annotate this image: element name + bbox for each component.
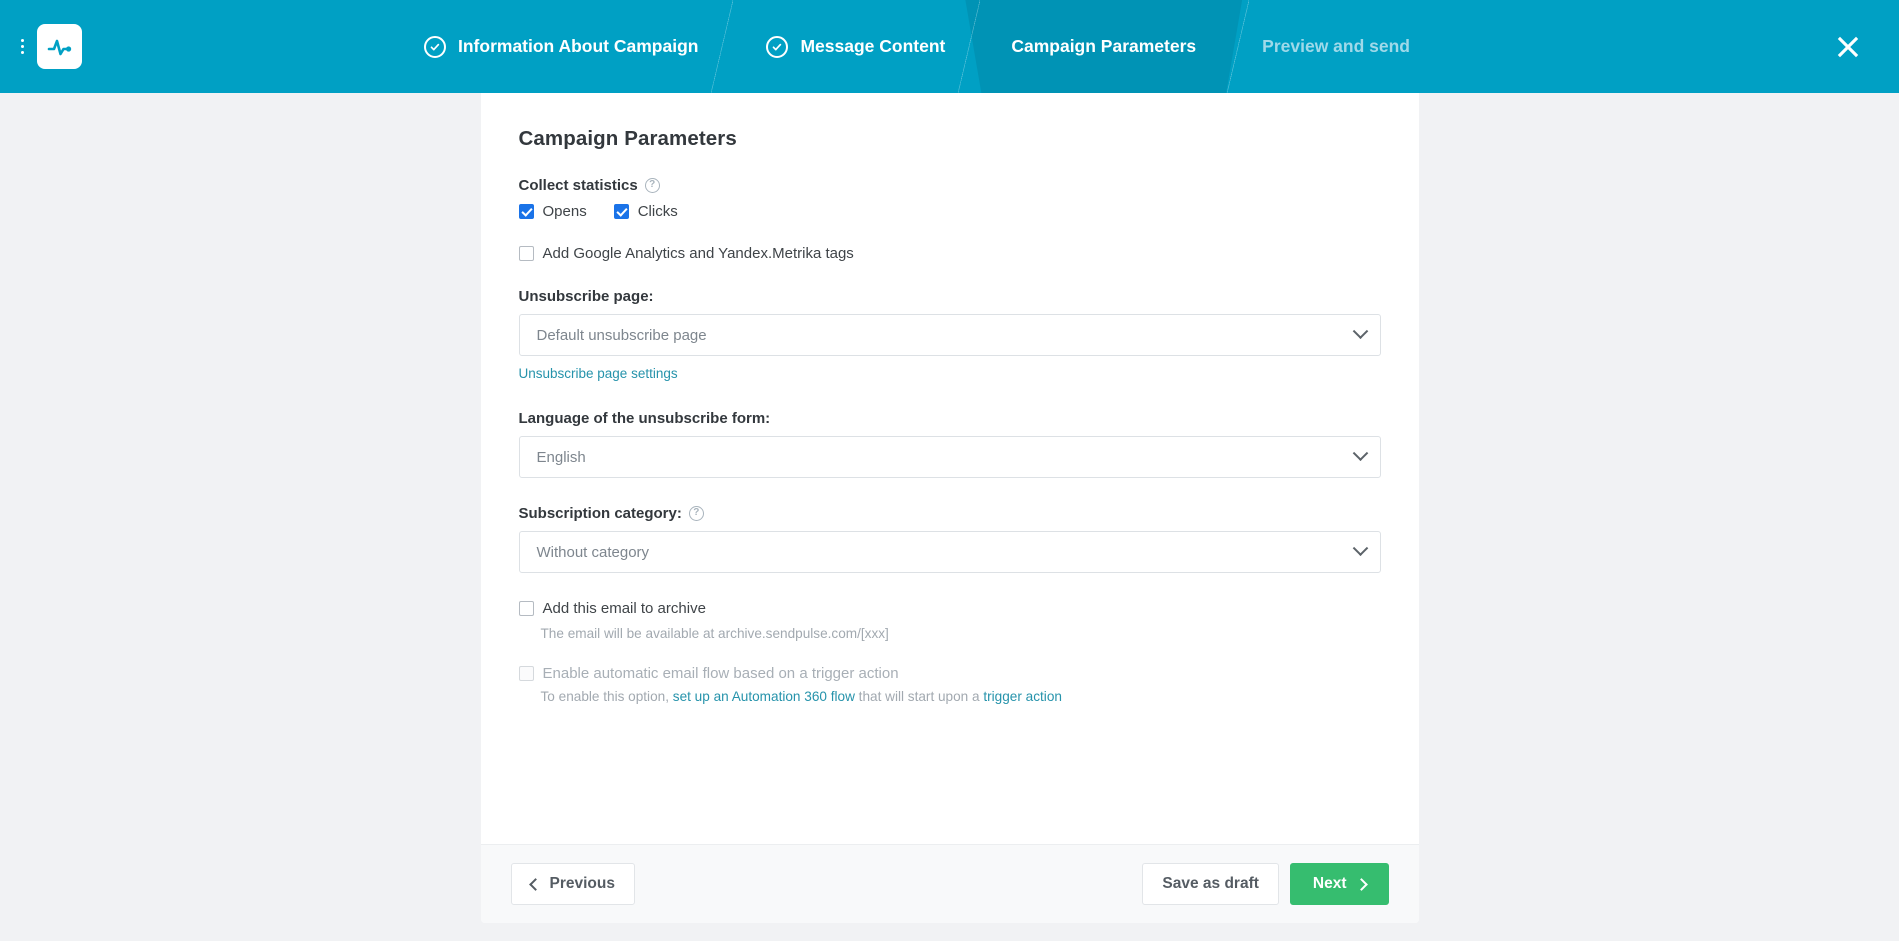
- step-label: Preview and send: [1262, 36, 1410, 56]
- trigger-flow-field: Enable automatic email flow based on a t…: [518, 665, 1381, 704]
- clicks-label: Clicks: [637, 203, 678, 220]
- unsubscribe-page-settings-link[interactable]: Unsubscribe page settings: [519, 366, 678, 381]
- chevron-left-icon: [528, 877, 542, 891]
- trigger-flow-hint-middle: that will start upon a: [854, 689, 984, 704]
- unsubscribe-page-select[interactable]: Default unsubscribe page: [518, 314, 1381, 356]
- chevron-down-icon: [1352, 444, 1368, 461]
- unsubscribe-page-value: Default unsubscribe page: [536, 326, 707, 344]
- trigger-flow-label: Enable automatic email flow based on a t…: [542, 665, 899, 682]
- campaign-parameters-card: Campaign Parameters Collect statistics ?…: [480, 93, 1419, 923]
- header-left-group: [0, 24, 390, 69]
- archive-checkbox[interactable]: [518, 601, 534, 616]
- subscription-category-select[interactable]: Without category: [518, 531, 1381, 573]
- page-background: Campaign Parameters Collect statistics ?…: [0, 93, 1899, 941]
- checkbox-row-archive[interactable]: Add this email to archive: [518, 600, 1381, 617]
- check-circle-icon: [766, 35, 789, 58]
- previous-button-label: Previous: [549, 875, 615, 892]
- next-button[interactable]: Next: [1289, 863, 1389, 905]
- checkbox-row-clicks[interactable]: Clicks: [613, 203, 678, 220]
- unsubscribe-page-field: Unsubscribe page: Default unsubscribe pa…: [518, 288, 1381, 383]
- subscription-category-label: Subscription category: ?: [519, 505, 1381, 522]
- step-message-content[interactable]: Message Content: [732, 0, 981, 93]
- next-button-label: Next: [1312, 875, 1347, 892]
- step-preview-and-send[interactable]: Preview and send: [1227, 0, 1444, 93]
- clicks-checkbox[interactable]: [613, 204, 629, 219]
- footer-right-group: Save as draft Next: [1142, 863, 1389, 905]
- archive-field: Add this email to archive The email will…: [518, 600, 1381, 641]
- trigger-flow-hint: To enable this option, set up an Automat…: [541, 689, 1381, 704]
- unsubscribe-language-label: Language of the unsubscribe form:: [518, 410, 771, 427]
- check-circle-icon: [424, 35, 446, 58]
- analytics-tags-label: Add Google Analytics and Yandex.Metrika …: [542, 245, 854, 262]
- collect-statistics-text: Collect statistics: [518, 177, 638, 194]
- trigger-flow-checkbox: [518, 666, 534, 681]
- collect-statistics-label: Collect statistics ?: [519, 177, 1381, 194]
- save-as-draft-label: Save as draft: [1162, 875, 1259, 892]
- analytics-tags-checkbox[interactable]: [518, 246, 534, 261]
- checkbox-row-opens[interactable]: Opens: [518, 203, 587, 220]
- automation-360-flow-link[interactable]: set up an Automation 360 flow: [673, 689, 855, 704]
- card-footer: Previous Save as draft Next: [480, 844, 1419, 923]
- checkbox-row-trigger-flow: Enable automatic email flow based on a t…: [518, 665, 1381, 682]
- collect-statistics-options: Opens Clicks: [518, 203, 1381, 220]
- trigger-flow-hint-prefix: To enable this option,: [540, 689, 673, 704]
- question-mark-icon[interactable]: ?: [644, 178, 660, 193]
- chevron-down-icon: [1352, 539, 1368, 556]
- pulse-activity-icon[interactable]: [37, 24, 82, 69]
- unsubscribe-page-label: Unsubscribe page:: [518, 288, 654, 305]
- step-label: Campaign Parameters: [1011, 36, 1197, 56]
- chevron-right-icon: [1354, 877, 1368, 891]
- opens-label: Opens: [542, 203, 587, 220]
- question-mark-icon[interactable]: ?: [688, 506, 704, 521]
- subscription-category-text: Subscription category:: [518, 505, 682, 522]
- unsubscribe-language-select[interactable]: English: [518, 436, 1381, 478]
- close-icon[interactable]: [1831, 30, 1865, 64]
- archive-label: Add this email to archive: [542, 600, 706, 617]
- trigger-action-link[interactable]: trigger action: [983, 689, 1062, 704]
- step-campaign-parameters[interactable]: Campaign Parameters: [965, 0, 1242, 93]
- unsubscribe-language-field: Language of the unsubscribe form: Englis…: [518, 410, 1381, 478]
- campaign-steps: Information About Campaign Message Conte…: [390, 0, 1899, 93]
- step-information-about-campaign[interactable]: Information About Campaign: [390, 0, 734, 93]
- step-label: Message Content: [800, 36, 946, 56]
- subscription-category-field: Subscription category: ? Without categor…: [518, 505, 1381, 573]
- chevron-down-icon: [1352, 322, 1368, 339]
- previous-button[interactable]: Previous: [510, 863, 635, 905]
- subscription-category-value: Without category: [536, 543, 650, 561]
- checkbox-row-analytics-tags[interactable]: Add Google Analytics and Yandex.Metrika …: [518, 245, 1381, 262]
- kebab-menu-icon[interactable]: [18, 35, 27, 58]
- page-title: Campaign Parameters: [518, 127, 737, 150]
- unsubscribe-language-value: English: [536, 448, 586, 466]
- save-as-draft-button[interactable]: Save as draft: [1142, 863, 1279, 905]
- top-step-header: Information About Campaign Message Conte…: [0, 0, 1899, 93]
- step-label: Information About Campaign: [458, 36, 699, 56]
- card-body: Campaign Parameters Collect statistics ?…: [481, 93, 1419, 844]
- archive-hint: The email will be available at archive.s…: [540, 626, 889, 641]
- opens-checkbox[interactable]: [518, 204, 534, 219]
